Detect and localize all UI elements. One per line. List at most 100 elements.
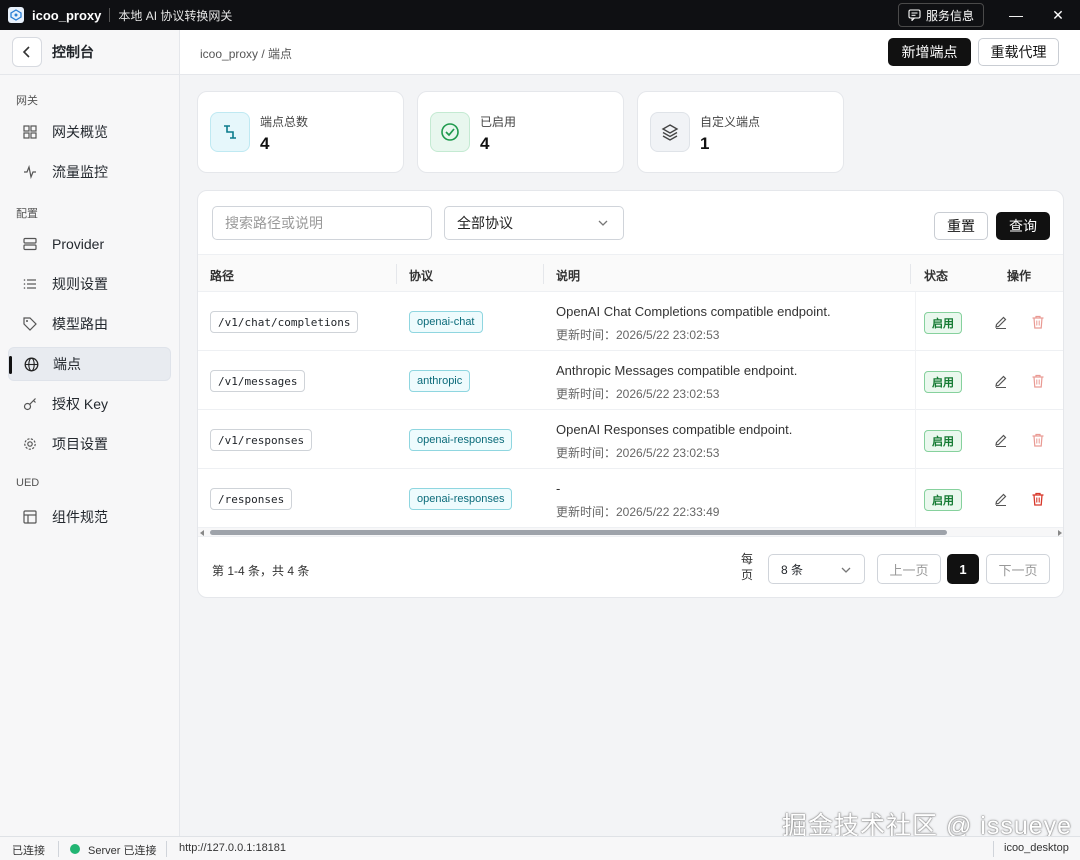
edit-icon[interactable] [993, 491, 1009, 507]
title-divider [109, 8, 111, 22]
reload-proxy-button[interactable]: 重载代理 [978, 38, 1059, 66]
sidebar-item-overview[interactable]: 网关概览 [8, 115, 171, 149]
updated-time: 更新时间：2026/5/22 23:02:53 [556, 446, 720, 460]
table-row: /v1/chat/completions openai-chat OpenAI … [198, 292, 1063, 351]
table-row: /responses openai-responses - 更新时间：2026/… [198, 469, 1063, 528]
endpoint-path: /v1/responses [210, 429, 313, 451]
status-badge: 启用 [924, 489, 962, 511]
column-divider [915, 410, 916, 469]
service-info-label: 服务信息 [925, 8, 974, 23]
edit-icon[interactable] [993, 314, 1009, 330]
sidebar-item-endpoints[interactable]: 端点 [8, 347, 171, 381]
protocol-select[interactable]: 全部协议 [444, 206, 624, 240]
sidebar-header: 控制台 [0, 30, 179, 75]
stat-card-enabled: 已启用 4 [417, 91, 624, 173]
sidebar-item-label: 项目设置 [52, 436, 108, 452]
status-badge: 启用 [924, 430, 962, 452]
reload-proxy-label: 重载代理 [990, 44, 1047, 60]
message-icon [908, 9, 921, 21]
nav-group-gateway: 网关 [16, 95, 38, 107]
chevron-left-icon [22, 46, 30, 58]
sidebar-item-label: Provider [52, 236, 105, 252]
table-row: /v1/messages anthropic Anthropic Message… [198, 351, 1063, 410]
server-url: http://127.0.0.1:18181 [179, 842, 287, 854]
edit-icon[interactable] [993, 432, 1009, 448]
app-identifier: icoo_desktop [1004, 842, 1069, 854]
delete-icon[interactable] [1030, 314, 1046, 330]
delete-icon[interactable] [1030, 432, 1046, 448]
sidebar-item-model-routing[interactable]: 模型路由 [8, 307, 171, 341]
scroll-right-icon[interactable] [1057, 530, 1062, 536]
endpoint-path: /responses [210, 488, 293, 510]
protocol-badge: anthropic [409, 370, 471, 392]
minimize-button[interactable]: — [996, 0, 1036, 30]
status-divider [166, 841, 167, 857]
status-divider [58, 841, 59, 857]
activity-icon [22, 164, 38, 180]
connection-status: 已连接 [12, 845, 45, 857]
column-header-status: 状态 [924, 269, 949, 283]
search-input[interactable]: 搜索路径或说明 [212, 206, 432, 240]
main-header: icoo_proxy / 端点 新增端点 重载代理 [180, 30, 1080, 75]
sidebar-item-label: 规则设置 [52, 276, 108, 292]
delete-icon[interactable] [1030, 373, 1046, 389]
close-button[interactable]: ✕ [1038, 0, 1078, 30]
protocol-badge: openai-responses [409, 429, 513, 451]
column-header-protocol: 协议 [409, 269, 434, 283]
gear-icon [22, 436, 38, 452]
column-header-actions: 操作 [1007, 269, 1032, 283]
app-name: icoo_proxy [32, 7, 102, 23]
endpoint-description: OpenAI Responses compatible endpoint. [556, 422, 793, 437]
layout-icon [22, 509, 38, 525]
close-icon: ✕ [1052, 6, 1064, 23]
page-size-value: 8 条 [781, 562, 804, 577]
sidebar-item-provider[interactable]: Provider [8, 227, 171, 261]
sidebar-item-label: 流量监控 [52, 164, 108, 180]
service-info-button[interactable]: 服务信息 [898, 3, 984, 27]
column-divider [915, 469, 916, 528]
column-divider [543, 264, 544, 284]
scroll-left-icon[interactable] [200, 530, 205, 536]
per-page-label: 每页 [741, 552, 754, 582]
protocol-badge: openai-responses [409, 488, 513, 510]
server-icon [22, 236, 38, 252]
horizontal-scrollbar[interactable] [198, 527, 1063, 537]
status-divider [993, 841, 994, 857]
next-page-button[interactable]: 下一页 [986, 554, 1050, 584]
back-button[interactable] [12, 37, 42, 67]
nav-group-config: 配置 [16, 208, 38, 220]
current-page-button[interactable]: 1 [947, 554, 979, 584]
protocol-select-value: 全部协议 [457, 215, 513, 231]
page-size-select[interactable]: 8 条 [768, 554, 865, 584]
app-subtitle: 本地 AI 协议转换网关 [118, 8, 233, 23]
stat-label: 自定义端点 [700, 115, 761, 129]
sidebar-item-auth-key[interactable]: 授权 Key [8, 387, 171, 421]
column-header-path: 路径 [210, 269, 235, 283]
sidebar-item-components[interactable]: 组件规范 [8, 500, 171, 534]
protocol-badge: openai-chat [409, 311, 483, 333]
reset-button[interactable]: 重置 [934, 212, 988, 240]
new-endpoint-label: 新增端点 [901, 44, 958, 60]
table-header: 路径 协议 说明 状态 操作 [198, 254, 1063, 292]
new-endpoint-button[interactable]: 新增端点 [888, 38, 971, 66]
status-badge: 启用 [924, 371, 962, 393]
query-button[interactable]: 查询 [996, 212, 1050, 240]
edit-icon[interactable] [993, 373, 1009, 389]
stat-value: 4 [260, 134, 270, 153]
column-header-description: 说明 [556, 269, 581, 283]
updated-time: 更新时间：2026/5/22 23:02:53 [556, 387, 720, 401]
sidebar-item-project-settings[interactable]: 项目设置 [8, 427, 171, 461]
endpoint-description: - [556, 481, 561, 496]
delete-icon[interactable] [1030, 491, 1046, 507]
sidebar-item-rules[interactable]: 规则设置 [8, 267, 171, 301]
endpoints-panel: 搜索路径或说明 全部协议 重置 查询 路径 协议 说明 状态 操作 /v1/ch… [197, 190, 1064, 598]
grid-icon [22, 124, 38, 140]
chevron-down-icon [598, 220, 608, 226]
next-page-label: 下一页 [998, 562, 1038, 578]
check-circle-icon [430, 112, 470, 152]
prev-page-label: 上一页 [889, 562, 929, 578]
endpoint-path: /v1/messages [210, 370, 306, 392]
prev-page-button[interactable]: 上一页 [877, 554, 941, 584]
scrollbar-thumb[interactable] [210, 530, 947, 535]
sidebar-item-traffic[interactable]: 流量监控 [8, 155, 171, 189]
